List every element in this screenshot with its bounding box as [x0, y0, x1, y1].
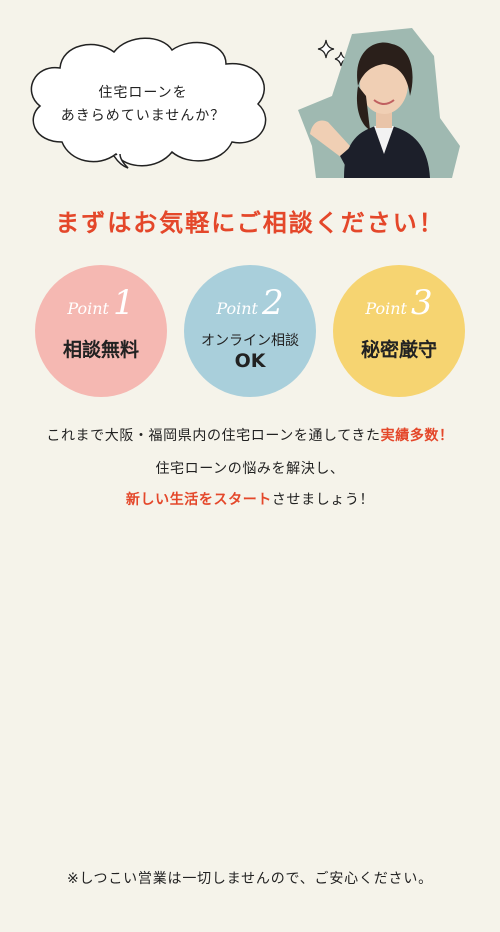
description-line-3: 新しい生活をスタートさせましょう！	[0, 489, 500, 509]
description-line-3-highlight: 新しい生活をスタート	[125, 492, 272, 508]
point-2-circle: Point 2 オンライン相談 OK	[184, 265, 316, 397]
description-line-1-highlight: 実績多数！	[380, 428, 454, 444]
point-3-label: Point 3	[333, 283, 465, 323]
bubble-line-1: 住宅ローンを	[98, 85, 188, 101]
point-1-word: Point	[67, 299, 109, 318]
point-2-title-line-1: オンライン相談	[201, 333, 299, 349]
point-3-title: 秘密厳守	[360, 339, 437, 361]
footer-note: ※しつこい営業は一切しませんので、ご安心ください。	[67, 871, 433, 887]
description-line-3-text: させましょう！	[271, 492, 375, 508]
description-line-1: これまで大阪・福岡県内の住宅ローンを通してきた実績多数！	[0, 425, 500, 445]
point-2-title-line-2: OK	[234, 350, 266, 372]
point-1-title: 相談無料	[62, 339, 139, 361]
point-2-title: オンライン相談 OK	[184, 331, 316, 371]
description-line-2: 住宅ローンの悩みを解決し、	[155, 461, 345, 477]
bubble-line-2: あきらめていませんか？	[60, 108, 226, 124]
point-3-word: Point	[365, 299, 407, 318]
speech-bubble: 住宅ローンを あきらめていませんか？	[22, 34, 277, 174]
point-1-number: 1	[112, 283, 135, 323]
point-2-word: Point	[216, 299, 258, 318]
point-2-label: Point 2	[184, 283, 316, 323]
headline: まずはお気軽にご相談ください！	[55, 209, 445, 237]
description-line-1-text: これまで大阪・福岡県内の住宅ローンを通してきた	[46, 428, 381, 444]
point-1-circle: Point 1 相談無料	[35, 265, 167, 397]
point-3-number: 3	[410, 283, 433, 323]
point-3-circle: Point 3 秘密厳守	[333, 265, 465, 397]
point-1-label: Point 1	[35, 283, 167, 323]
consultant-photo	[298, 28, 460, 178]
point-2-number: 2	[261, 283, 284, 323]
